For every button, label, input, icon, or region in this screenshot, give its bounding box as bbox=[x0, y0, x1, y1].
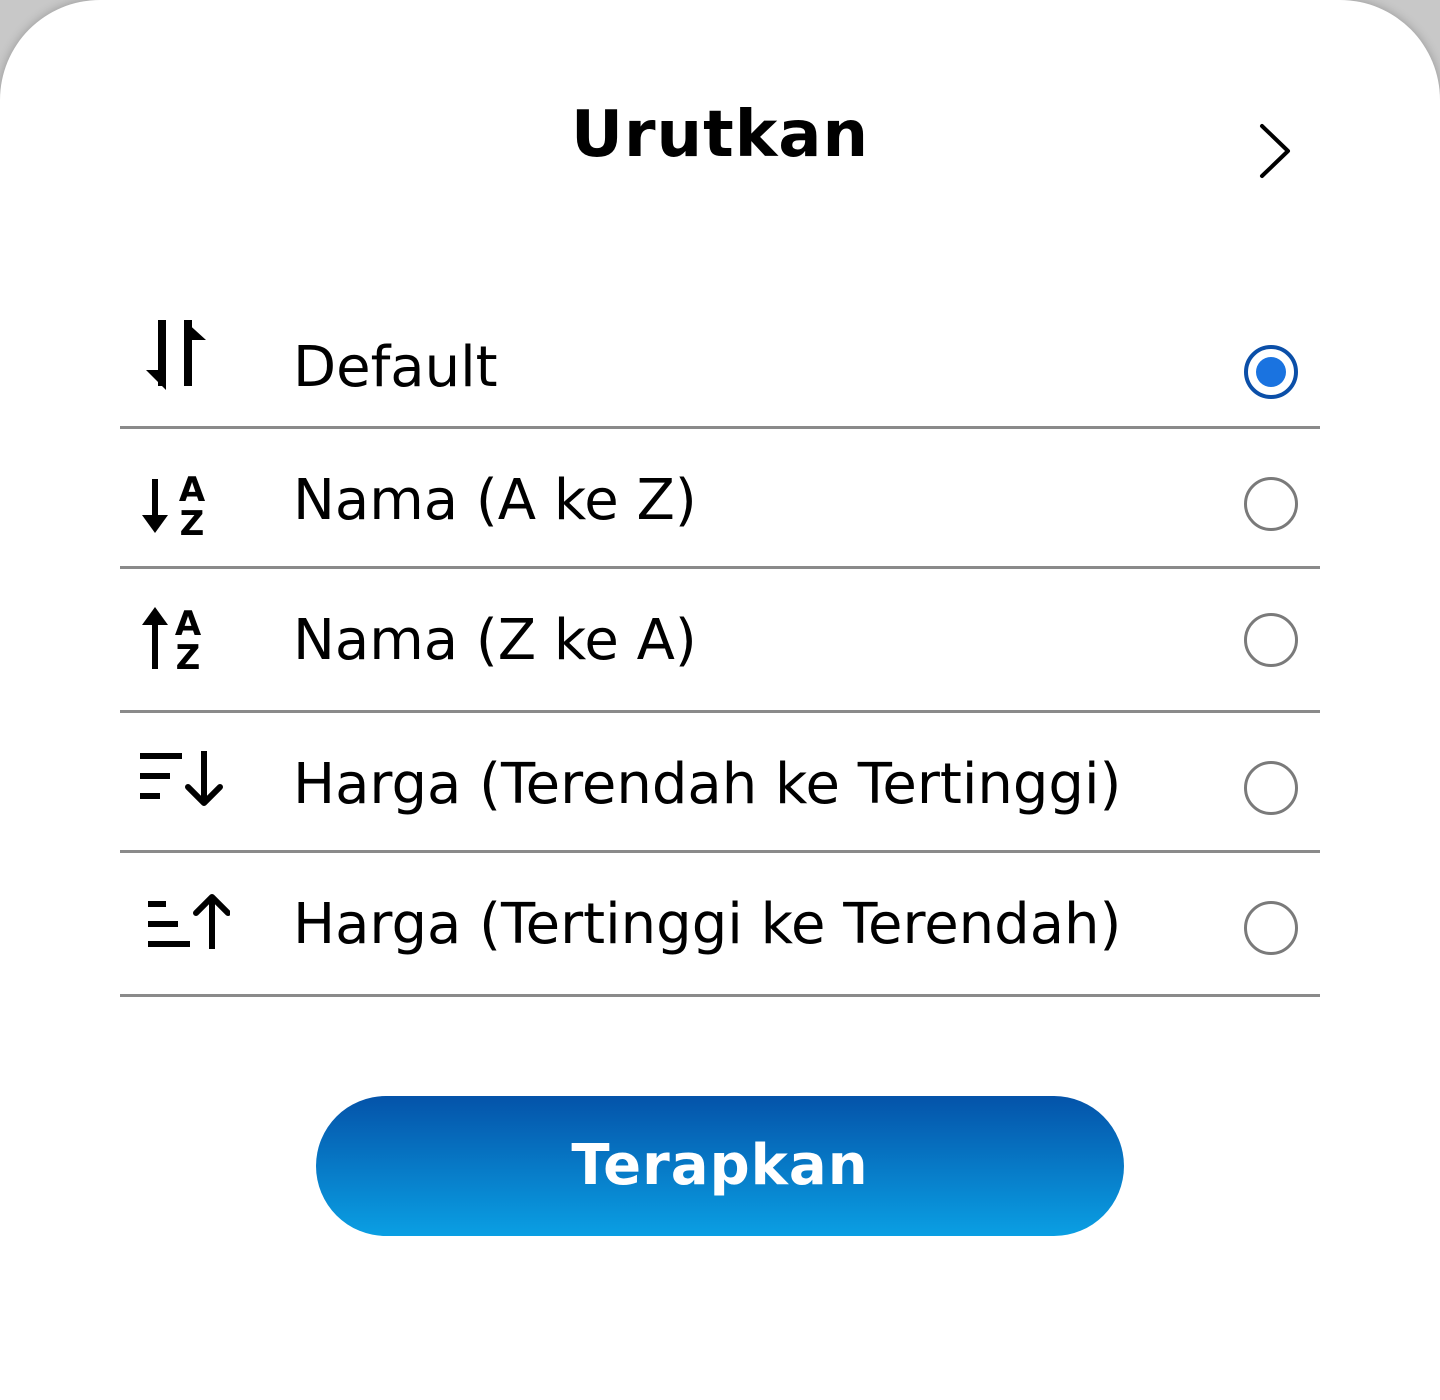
radio-button[interactable] bbox=[1244, 613, 1298, 667]
svg-text:Z: Z bbox=[180, 504, 205, 544]
sort-alpha-up-icon: A Z bbox=[140, 601, 220, 681]
close-button[interactable] bbox=[1240, 118, 1304, 182]
sort-option-label: Default bbox=[293, 335, 498, 400]
sort-option-price-desc[interactable]: Harga (Tertinggi ke Terendah) bbox=[120, 853, 1320, 997]
sort-option-label: Harga (Terendah ke Tertinggi) bbox=[293, 752, 1122, 817]
apply-button[interactable]: Terapkan bbox=[316, 1096, 1124, 1236]
sort-amount-down-icon bbox=[140, 743, 223, 823]
sort-option-default[interactable]: Default bbox=[120, 300, 1320, 429]
svg-text:Z: Z bbox=[176, 638, 201, 678]
sort-bottom-sheet: Urutkan Default A Z Nama (A ke Z) A Z Na… bbox=[0, 0, 1440, 1400]
sort-alpha-down-icon: A Z bbox=[140, 469, 220, 549]
radio-button[interactable] bbox=[1244, 477, 1298, 531]
radio-button[interactable] bbox=[1244, 901, 1298, 955]
sort-amount-up-icon bbox=[140, 891, 231, 971]
sheet-title: Urutkan bbox=[571, 98, 869, 172]
chevron-right-icon bbox=[1260, 124, 1290, 178]
sort-option-label: Nama (A ke Z) bbox=[293, 468, 697, 533]
sort-option-price-asc[interactable]: Harga (Terendah ke Tertinggi) bbox=[120, 713, 1320, 853]
radio-dot bbox=[1256, 357, 1286, 387]
radio-button[interactable] bbox=[1244, 761, 1298, 815]
sort-option-label: Nama (Z ke A) bbox=[293, 608, 697, 673]
sort-arrows-icon bbox=[140, 318, 220, 398]
sort-option-label: Harga (Tertinggi ke Terendah) bbox=[293, 892, 1122, 957]
sort-option-name-desc[interactable]: A Z Nama (Z ke A) bbox=[120, 569, 1320, 713]
sort-option-name-asc[interactable]: A Z Nama (A ke Z) bbox=[120, 429, 1320, 569]
radio-button-selected[interactable] bbox=[1244, 345, 1298, 399]
